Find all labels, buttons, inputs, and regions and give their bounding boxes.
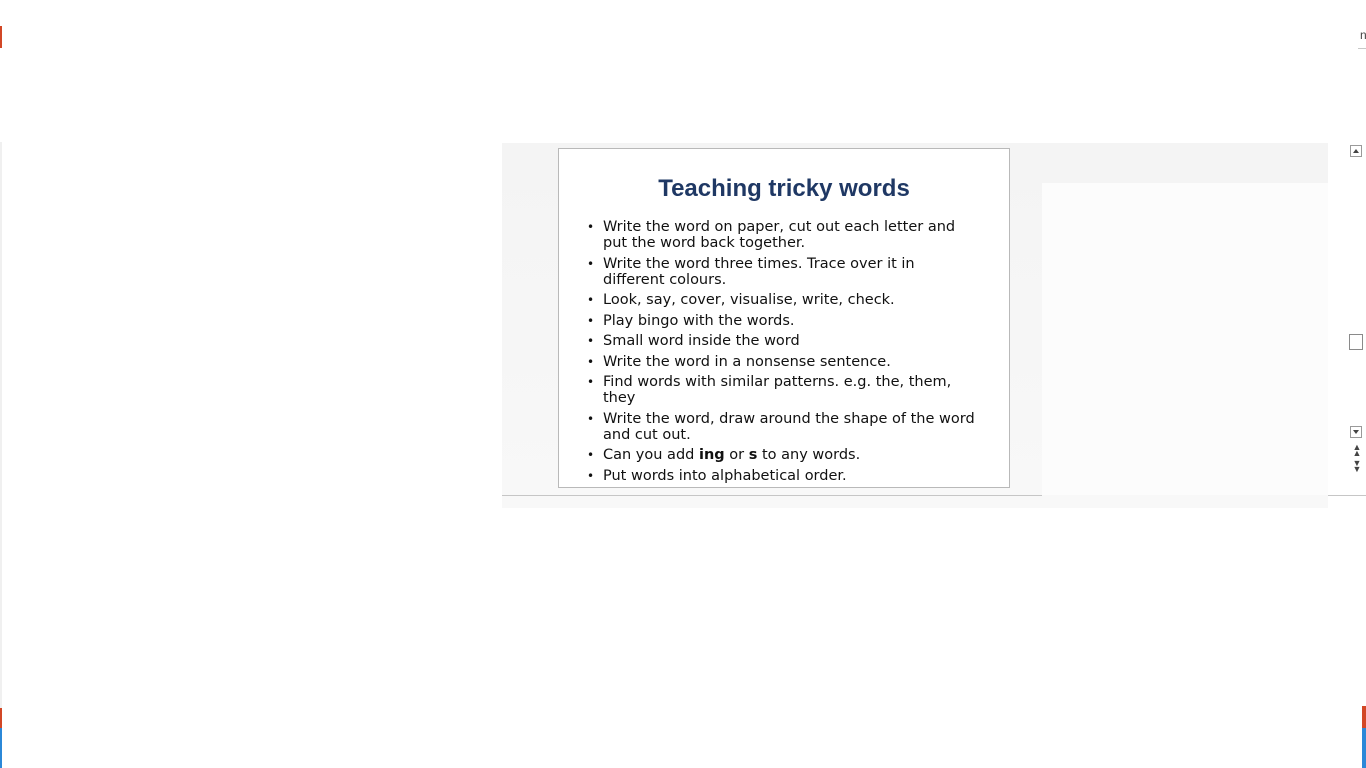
vertical-scrollbar[interactable]: ▲ ▲ ▼ ▼ — [1348, 143, 1366, 495]
scroll-thumb[interactable] — [1349, 334, 1363, 350]
bullet-text: Play bingo with the words. — [603, 312, 795, 329]
bullet-item[interactable]: • Write the word three times. Trace over … — [585, 256, 975, 288]
bullet-text: Write the word three times. Trace over i… — [603, 255, 915, 288]
pane-divider — [502, 495, 1042, 496]
bullet-item[interactable]: • Look, say, cover, visualise, write, che… — [585, 292, 975, 308]
bullet-dot-icon: • — [587, 448, 595, 462]
bullet-item[interactable]: • Write the word, draw around the shape o… — [585, 411, 975, 443]
bullet-text: Write the word, draw around the shape of… — [603, 410, 975, 443]
bullet-item[interactable]: • Find words with similar patterns. e.g. … — [585, 374, 975, 406]
bullet-emphasis: ing — [698, 447, 725, 463]
bullet-text: Find words with similar patterns. e.g. t… — [603, 374, 952, 406]
bullet-dot-icon: • — [587, 375, 595, 389]
left-accent-bar-top — [0, 26, 2, 48]
bullet-dot-icon: • — [587, 354, 595, 369]
bullet-dot-icon: • — [587, 334, 595, 348]
ribbon-underline — [1358, 48, 1366, 49]
bullet-text: Write the word in a nonsense sentence. — [603, 353, 891, 370]
bullet-item[interactable]: • Write the word in a nonsense sentence. — [585, 354, 975, 370]
bullet-text: Look, say, cover, visualise, write, chec… — [603, 292, 895, 308]
slide-canvas[interactable]: Teaching tricky words • Write the word on… — [558, 148, 1010, 488]
bullet-dot-icon: • — [587, 468, 595, 483]
bullet-text: Small word inside the word — [603, 333, 800, 349]
bullet-text: Put words into alphabetical order. — [603, 467, 847, 484]
previous-slide-icon[interactable]: ▲ ▲ — [1352, 443, 1362, 458]
bullet-item[interactable]: • Put words into alphabetical order. — [585, 468, 975, 484]
scroll-up-arrow-icon[interactable] — [1350, 145, 1362, 157]
right-taskbar-accent — [1362, 728, 1366, 768]
bullet-dot-icon: • — [587, 220, 595, 234]
bullet-item[interactable]: • Can you add ing or s to any words. — [585, 447, 975, 463]
left-accent-bar-bottom — [0, 706, 2, 728]
left-edge-rule — [0, 142, 2, 708]
bullet-item[interactable]: • Small word inside the word — [585, 333, 975, 349]
right-accent-bar — [1362, 706, 1366, 728]
bullet-item[interactable]: • Play bingo with the words. — [585, 313, 975, 329]
side-pane-area — [1042, 183, 1328, 495]
next-slide-icon[interactable]: ▼ ▼ — [1352, 459, 1362, 474]
ribbon-partial-label: n — [1360, 28, 1366, 42]
bullet-text: Can you add — [603, 447, 699, 463]
bullet-dot-icon: • — [587, 313, 595, 328]
bullet-dot-icon: • — [587, 256, 595, 271]
bullet-dot-icon: • — [587, 411, 595, 426]
scroll-down-arrow-icon[interactable] — [1350, 426, 1362, 438]
bullet-text: Write the word on paper, cut out each le… — [603, 219, 956, 251]
bullet-list[interactable]: • Write the word on paper, cut out each l… — [585, 219, 975, 488]
bullet-item[interactable]: • Write the word on paper, cut out each l… — [585, 219, 975, 251]
bullet-dot-icon: • — [587, 293, 595, 307]
slide-title[interactable]: Teaching tricky words — [559, 175, 1009, 203]
right-pane-divider — [1328, 495, 1366, 496]
bullet-text: to any words. — [757, 447, 861, 463]
left-taskbar-accent — [0, 728, 2, 768]
bullet-text: or — [724, 447, 749, 463]
